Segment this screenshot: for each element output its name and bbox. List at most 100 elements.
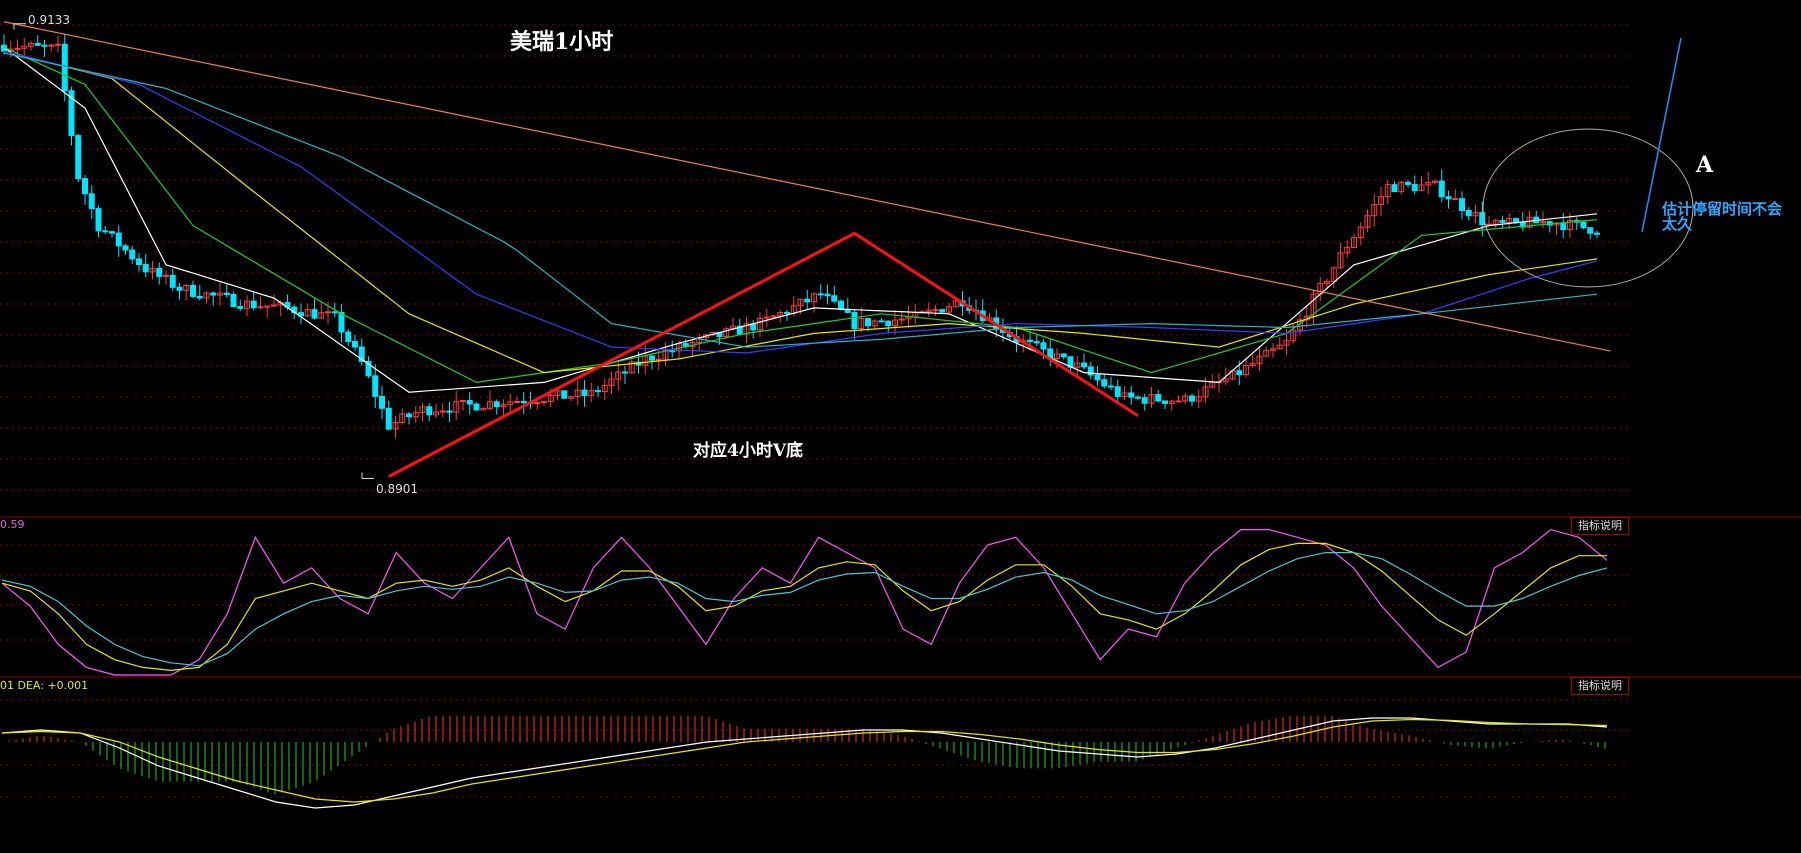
candle-body — [1175, 400, 1182, 403]
candle-body — [142, 264, 149, 273]
candle-body — [75, 135, 82, 180]
chart-title: 美瑞1小时 — [510, 29, 614, 55]
candle-body — [1114, 386, 1121, 397]
candle-body — [939, 309, 946, 313]
candle-body — [1459, 198, 1465, 212]
price-low-label: 0.8901 — [376, 482, 418, 496]
candle-body — [1108, 385, 1114, 388]
candle-body — [223, 292, 230, 296]
candle-body — [669, 350, 676, 353]
candle-body — [95, 208, 102, 232]
kdj-panel — [1, 528, 1608, 676]
candle-body — [1452, 198, 1459, 201]
kdj-indicator-help-button[interactable]: 指标说明 — [1571, 517, 1629, 535]
candle-body — [804, 298, 811, 303]
v-bottom-annotation: 对应4小时V底 — [693, 441, 804, 461]
candle-body — [561, 390, 568, 399]
candle-body — [655, 358, 662, 361]
candle-body — [1155, 394, 1162, 402]
candle-body — [1027, 339, 1033, 343]
candle-body — [473, 403, 480, 411]
candle-body — [331, 311, 338, 314]
candle-body — [385, 407, 392, 430]
candle-body — [493, 401, 500, 408]
candle-body — [878, 320, 885, 323]
candle-body — [345, 331, 352, 342]
candle-body — [48, 44, 55, 47]
chart-canvas — [0, 21, 1801, 809]
candle-body — [831, 295, 838, 302]
candle-body — [1081, 362, 1087, 368]
candle-body — [109, 231, 115, 234]
candle-body — [1587, 227, 1594, 234]
candle-body — [581, 389, 588, 396]
candle-body — [230, 294, 237, 308]
candle-body — [1560, 223, 1567, 231]
candle-body — [824, 293, 831, 297]
candle-body — [1040, 342, 1047, 350]
candle-body — [379, 395, 385, 409]
candle-body — [851, 311, 858, 330]
candle-body — [885, 320, 892, 327]
candle-body — [514, 400, 520, 403]
candle-body — [932, 309, 939, 312]
candle-body — [1094, 374, 1101, 381]
candle-body — [34, 43, 41, 46]
candle-body — [210, 292, 217, 296]
macd-panel — [1, 715, 1608, 809]
candle-body — [237, 306, 244, 309]
candle-body — [372, 375, 379, 397]
candle-body — [1128, 392, 1135, 398]
candle-body — [426, 406, 433, 416]
candle-body — [190, 284, 196, 297]
candle-body — [595, 390, 601, 393]
candle-body — [466, 400, 473, 405]
candle-body — [446, 410, 453, 413]
candle-body — [406, 413, 412, 418]
candle-body — [250, 300, 257, 309]
kdj-series-line — [1, 542, 1607, 672]
candle-body — [325, 311, 331, 314]
moving-average-line — [3, 46, 1598, 384]
candle-body — [115, 232, 122, 247]
candle-body — [1580, 221, 1587, 229]
macd-indicator-help-button[interactable]: 指标说明 — [1571, 677, 1629, 695]
candle-body — [257, 306, 264, 309]
candle-body — [82, 178, 88, 195]
candle-body — [1445, 196, 1452, 200]
price-high-label: 0.9133 — [28, 13, 70, 27]
price-panel — [1, 21, 1611, 479]
candle-body — [88, 193, 95, 210]
macd-value-readout: 01 DEA: +0.001 — [0, 679, 89, 692]
candle-body — [311, 309, 318, 319]
candle-body — [1236, 370, 1243, 376]
candle-body — [129, 249, 136, 260]
annotation-layer — [1482, 37, 1694, 288]
candle-body — [1594, 232, 1600, 235]
kdj-series-line — [1, 552, 1608, 667]
candle-body — [1499, 220, 1506, 223]
moving-average-line — [3, 50, 1598, 374]
candle-body — [1405, 181, 1411, 185]
candle-body — [1060, 353, 1067, 358]
candle-body — [1438, 180, 1445, 198]
moving-average-line — [3, 46, 1598, 393]
candle-body — [176, 286, 183, 291]
candle-body — [1513, 218, 1519, 223]
candle-body — [1033, 341, 1040, 344]
candle-body — [649, 355, 655, 361]
candle-body — [1101, 379, 1108, 387]
macd-series-line — [1, 718, 1608, 803]
forecast-note: 估计停留时间不会太久 — [1662, 200, 1783, 233]
candle-body — [1411, 183, 1418, 192]
macd-series-line — [1, 717, 1608, 809]
candle-body — [1465, 210, 1472, 217]
kdj-series-line — [1, 528, 1608, 676]
candle-body — [817, 293, 824, 296]
candle-body — [1162, 400, 1168, 404]
candle-body — [41, 44, 48, 47]
candle-body — [622, 371, 628, 374]
candle-body — [156, 267, 163, 277]
candle-body — [136, 258, 142, 266]
candle-body — [1135, 396, 1141, 399]
